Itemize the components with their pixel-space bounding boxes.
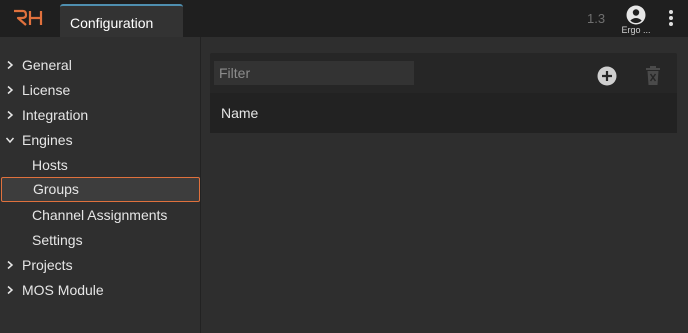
- sidebar-item-settings[interactable]: Settings: [0, 228, 201, 253]
- sidebar-item-channel-assignments[interactable]: Channel Assignments: [0, 203, 201, 228]
- sidebar-item-projects[interactable]: Projects: [0, 253, 201, 278]
- sidebar-item-label: Groups: [33, 181, 79, 197]
- chevron-right-icon: [7, 260, 14, 270]
- groups-panel: Name: [210, 53, 677, 133]
- filter-input[interactable]: [214, 61, 414, 85]
- main-content: Name: [202, 37, 688, 333]
- user-name: Ergo ...: [621, 25, 651, 35]
- trash-icon[interactable]: [645, 66, 661, 86]
- sidebar-item-label: Hosts: [32, 157, 68, 173]
- sidebar-item-label: Integration: [22, 107, 89, 123]
- sidebar: General License Integration Engines Host…: [0, 37, 201, 333]
- sidebar-item-mos-module[interactable]: MOS Module: [0, 278, 201, 303]
- sidebar-item-label: Channel Assignments: [32, 207, 168, 223]
- more-vertical-icon[interactable]: [664, 9, 678, 27]
- user-menu[interactable]: Ergo ...: [620, 5, 652, 35]
- sidebar-item-label: Settings: [32, 232, 83, 248]
- rh-logo-icon[interactable]: [12, 8, 44, 28]
- sidebar-item-general[interactable]: General: [0, 53, 201, 78]
- table-header-row: Name: [210, 93, 677, 133]
- sidebar-item-label: License: [22, 82, 71, 98]
- column-header-name[interactable]: Name: [221, 105, 258, 121]
- sidebar-item-integration[interactable]: Integration: [0, 103, 201, 128]
- sidebar-item-label: General: [22, 57, 72, 73]
- sidebar-item-label: Projects: [22, 257, 73, 273]
- chevron-right-icon: [7, 110, 14, 120]
- tab-configuration[interactable]: Configuration: [60, 4, 183, 37]
- chevron-right-icon: [7, 85, 14, 95]
- chevron-right-icon: [7, 285, 14, 295]
- top-bar: Configuration 1.3 Ergo ...: [0, 0, 688, 37]
- sidebar-item-license[interactable]: License: [0, 78, 201, 103]
- chevron-right-icon: [7, 60, 14, 70]
- sidebar-item-label: MOS Module: [22, 282, 104, 298]
- chevron-down-icon: [5, 137, 15, 144]
- add-circle-icon[interactable]: [597, 66, 617, 86]
- sidebar-item-hosts[interactable]: Hosts: [0, 153, 201, 178]
- tab-label: Configuration: [70, 15, 154, 31]
- sidebar-item-label: Engines: [22, 132, 73, 148]
- account-circle-icon: [626, 5, 646, 25]
- sidebar-item-engines[interactable]: Engines: [0, 128, 201, 153]
- version-label: 1.3: [587, 11, 606, 26]
- sidebar-item-groups[interactable]: Groups: [1, 177, 200, 202]
